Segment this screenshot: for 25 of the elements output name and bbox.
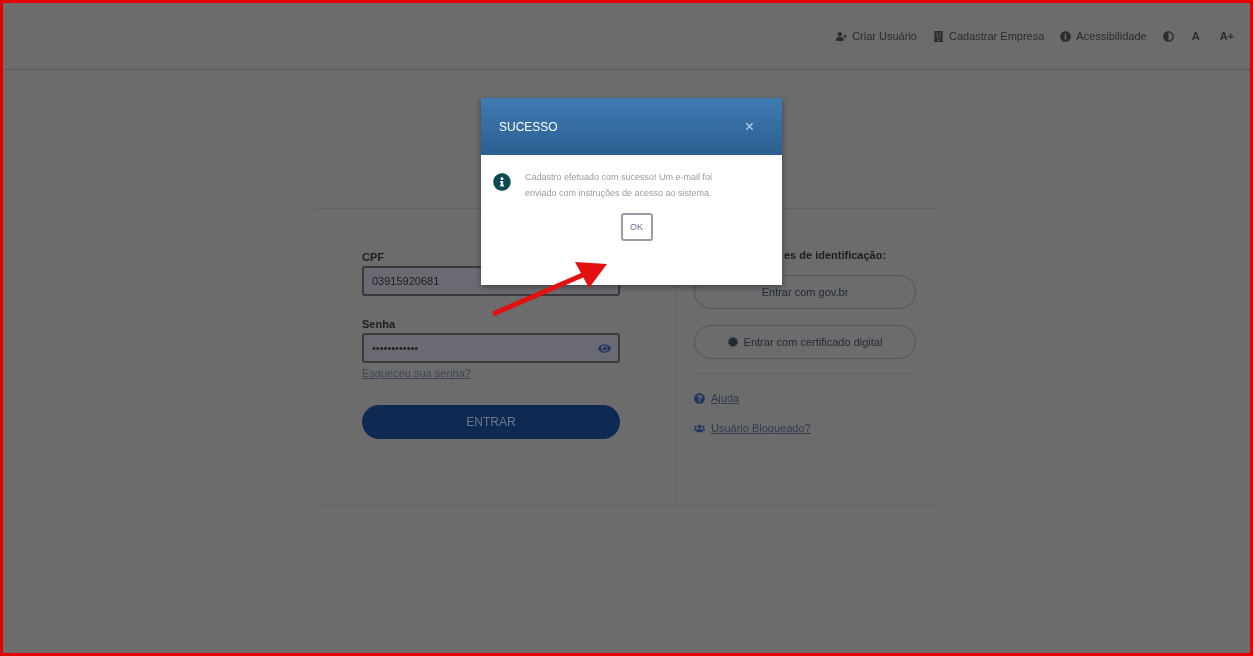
ok-button[interactable]: OK [620,213,653,241]
info-icon [1060,30,1072,42]
header-link[interactable]: Cadastrar Empresa [932,30,1045,42]
eye-icon[interactable] [598,342,611,355]
building-icon [932,30,944,42]
users-icon [694,422,705,434]
field-label: Senha [362,318,397,330]
user-icon [836,30,848,42]
field-label: CPF [362,251,385,263]
header-link[interactable]: Criar Usuário [836,30,917,42]
info-icon [493,173,511,191]
contrast-icon[interactable] [1162,30,1174,42]
dialog-message: Cadastro efetuado com sucesso! Um e-mail foi enviado com instruções de acesso ao sistema. [525,171,714,200]
close-button[interactable]: × [738,116,760,137]
dialog-title: SUCESSO [499,119,558,134]
help-link[interactable]: Usuário Bloqueado? [694,422,939,434]
section-heading: es de identificação: [784,249,888,261]
certificate-icon [727,337,738,347]
header-link[interactable]: Acessibilidade [1060,30,1147,42]
font-size-button[interactable]: A+ [1217,30,1236,42]
font-size-button[interactable]: A [1189,30,1202,42]
help-link[interactable]: Ajuda [694,392,939,404]
question-icon [694,392,705,404]
submit-button[interactable]: ENTRAR [362,405,620,439]
password-field[interactable]: •••••••••••• [362,333,620,363]
